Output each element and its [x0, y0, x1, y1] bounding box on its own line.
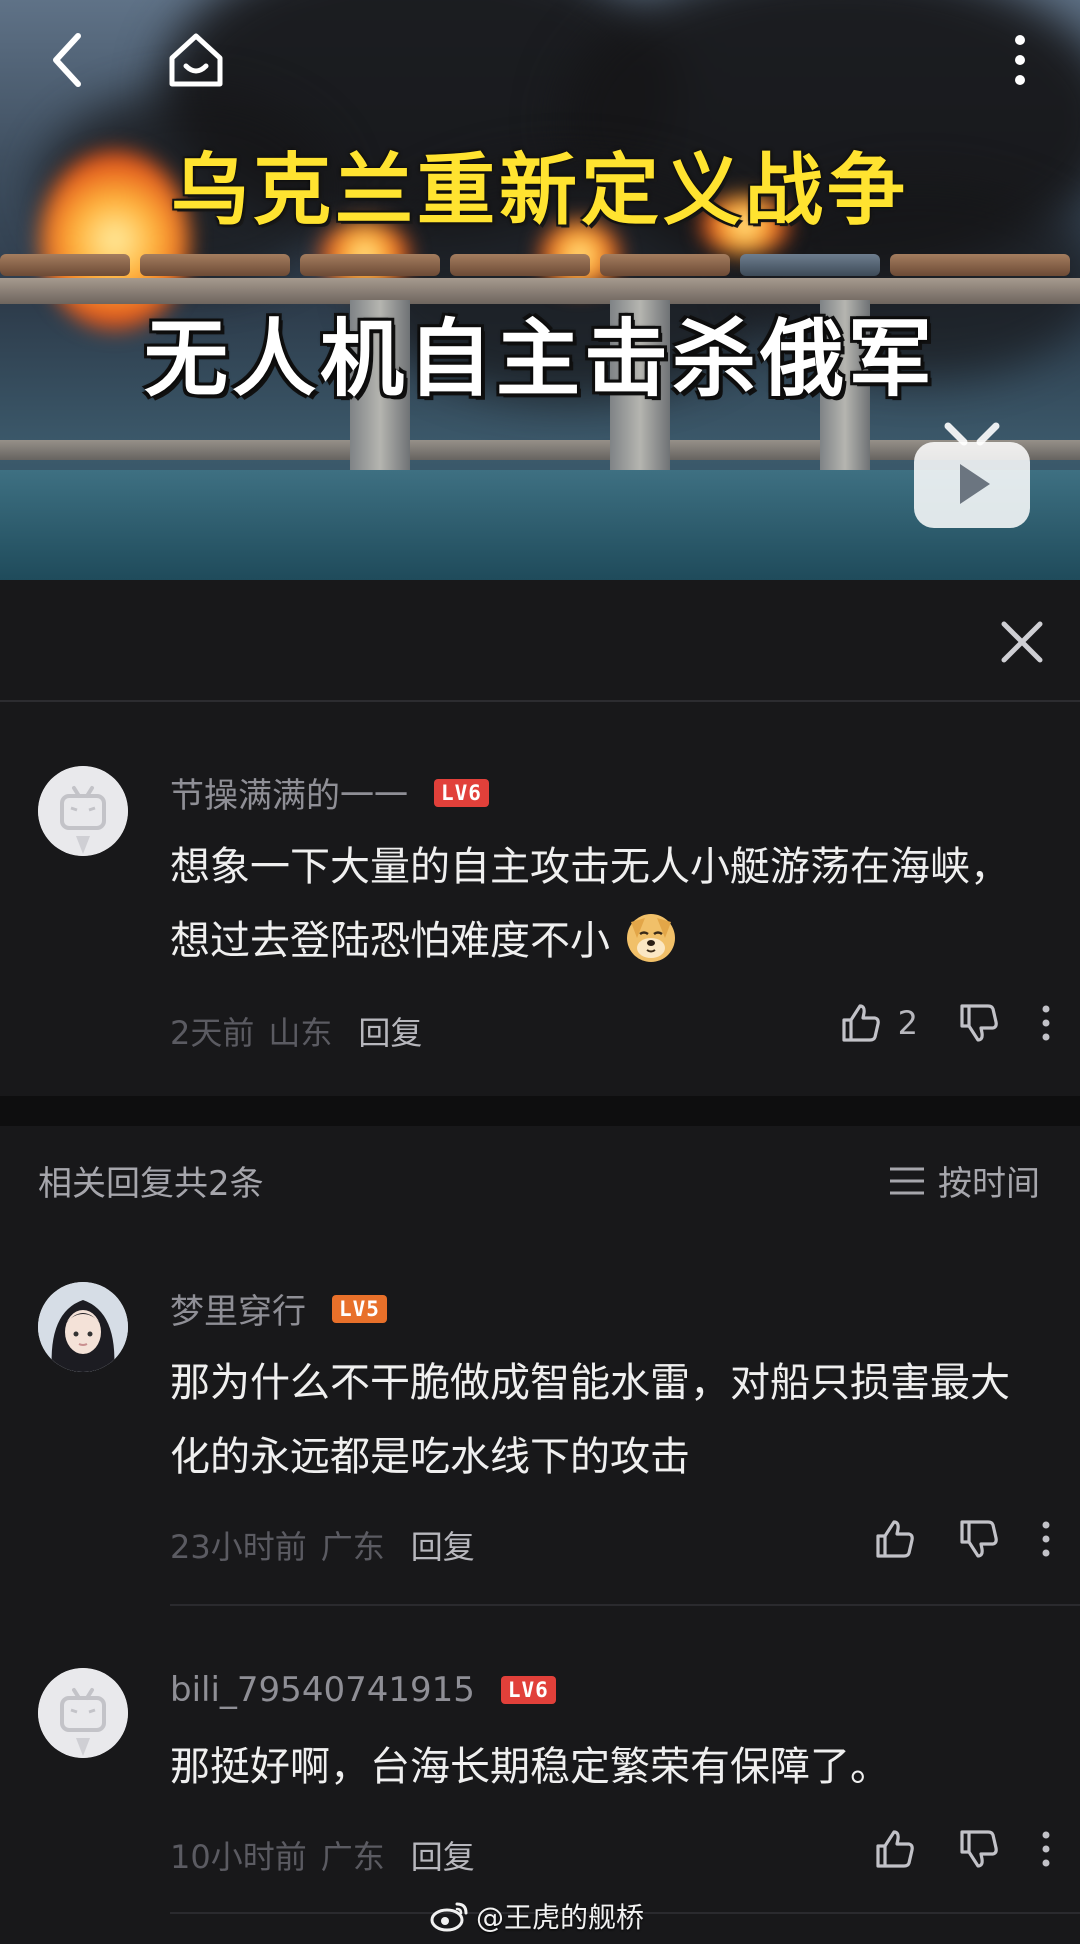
- play-button[interactable]: [910, 420, 1034, 532]
- bilibili-tv-icon: [914, 422, 1030, 528]
- watermark-text: @王虎的舰桥: [476, 1901, 645, 1934]
- dislike-button[interactable]: [956, 1000, 1002, 1046]
- thumbs-down-icon: [960, 1830, 998, 1868]
- reply-time: 10小时前: [170, 1838, 307, 1876]
- thumbs-up-icon: [876, 1830, 914, 1868]
- sort-button[interactable]: 按时间: [888, 1156, 1040, 1205]
- level-badge: LV6: [434, 778, 489, 807]
- main-comment: 节操满满的一一 LV6 想象一下大量的自主攻击无人小艇游荡在海峡，想过去登陆恐怕…: [0, 702, 1080, 1096]
- like-count: 2: [897, 1004, 918, 1042]
- reply-button[interactable]: 回复: [358, 1008, 422, 1054]
- comment-username[interactable]: 节操满满的一一: [170, 768, 408, 817]
- back-button[interactable]: [32, 24, 104, 96]
- comment-more-button[interactable]: [1040, 1003, 1052, 1043]
- thumbs-down-icon: [960, 1520, 998, 1558]
- reply-more-button[interactable]: [1040, 1829, 1052, 1869]
- reply-username[interactable]: bili_79540741915: [170, 1670, 475, 1710]
- sort-label: 按时间: [938, 1164, 1040, 1204]
- close-button[interactable]: [994, 614, 1050, 670]
- reply-more-button[interactable]: [1040, 1519, 1052, 1559]
- like-button[interactable]: 2: [838, 1000, 918, 1046]
- dislike-button[interactable]: [956, 1826, 1002, 1872]
- more-vertical-icon: [1042, 1831, 1050, 1867]
- reply-item: 梦里穿行 LV5 那为什么不干脆做成智能水雷，对船只损害最大化的永远都是吃水线下…: [0, 1226, 1080, 1606]
- level-badge: LV5: [332, 1294, 387, 1323]
- reply-username[interactable]: 梦里穿行: [170, 1284, 306, 1333]
- doge-emoji-icon: [626, 914, 675, 962]
- replies-header: 相关回复共2条 按时间: [0, 1126, 1080, 1226]
- reply-time: 23小时前: [170, 1528, 307, 1566]
- user-avatar-icon: [38, 1282, 128, 1372]
- comment-panel-header: [0, 580, 1080, 702]
- more-options-button[interactable]: [984, 24, 1056, 96]
- reply-region: 广东: [320, 1528, 385, 1566]
- weibo-icon: [430, 1902, 468, 1932]
- thumbs-up-icon: [876, 1520, 914, 1558]
- reply-text: 那挺好啊，台海长期稳定繁荣有保障了。: [170, 1744, 890, 1790]
- video-title-line1: 乌克兰重新定义战争: [170, 146, 909, 236]
- more-vertical-icon: [1042, 1005, 1050, 1041]
- reply-button[interactable]: 回复: [411, 1522, 475, 1568]
- reply-region: 广东: [320, 1838, 385, 1876]
- comment-body: 想象一下大量的自主攻击无人小艇游荡在海峡，想过去登陆恐怕难度不小: [170, 830, 1032, 978]
- replies-count-title: 相关回复共2条: [38, 1164, 264, 1204]
- back-arrow-icon: [53, 33, 81, 87]
- avatar[interactable]: [38, 766, 128, 856]
- thumbs-down-icon: [960, 1004, 998, 1042]
- home-button[interactable]: [160, 24, 232, 96]
- dislike-button[interactable]: [956, 1516, 1002, 1562]
- thumbs-up-icon: [842, 1004, 880, 1042]
- avatar[interactable]: [38, 1668, 128, 1758]
- comment-time: 2天前: [170, 1014, 255, 1052]
- more-vertical-icon: [1015, 35, 1025, 85]
- reply-text: 那为什么不干脆做成智能水雷，对船只损害最大化的永远都是吃水线下的攻击: [170, 1360, 1010, 1480]
- comment-region: 山东: [268, 1014, 333, 1052]
- close-icon: [1001, 621, 1043, 663]
- more-vertical-icon: [1042, 1521, 1050, 1557]
- comment-text: 想象一下大量的自主攻击无人小艇游荡在海峡，想过去登陆恐怕难度不小: [170, 844, 1010, 964]
- weibo-watermark: @王虎的舰桥: [430, 1896, 644, 1936]
- section-divider: [0, 1096, 1080, 1126]
- reply-button[interactable]: 回复: [411, 1832, 475, 1878]
- reply-item: bili_79540741915 LV6 那挺好啊，台海长期稳定繁荣有保障了。 …: [0, 1606, 1080, 1912]
- like-button[interactable]: [872, 1826, 918, 1872]
- avatar[interactable]: [38, 1282, 128, 1372]
- like-button[interactable]: [872, 1516, 918, 1562]
- video-player[interactable]: 乌克兰重新定义战争 无人机自主击杀俄军: [0, 0, 1080, 580]
- video-title-line2: 无人机自主击杀俄军: [143, 310, 936, 408]
- level-badge: LV6: [500, 1676, 556, 1704]
- default-avatar-icon: [38, 1668, 128, 1758]
- sort-lines-icon: [890, 1167, 924, 1194]
- home-icon: [169, 33, 223, 87]
- default-avatar-icon: [38, 766, 128, 856]
